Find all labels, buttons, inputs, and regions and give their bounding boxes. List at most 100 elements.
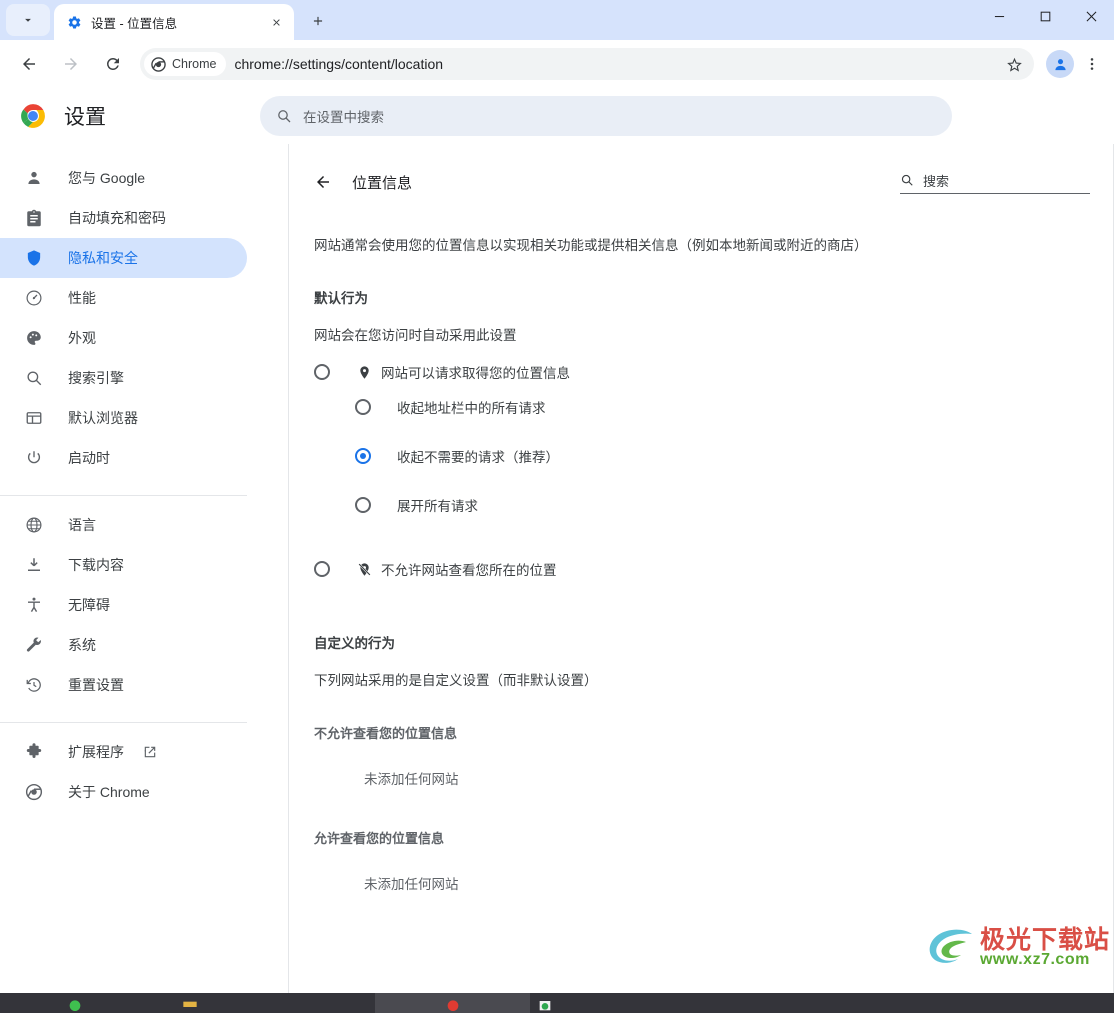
- sidebar-group-footer: 扩展程序 关于 Chrome: [0, 732, 288, 821]
- radio-option-label: 不允许网站查看您所在的位置: [381, 563, 557, 579]
- sidebar-divider: [0, 722, 247, 723]
- bookmark-star-icon[interactable]: [1000, 50, 1028, 78]
- taskbar-item-3: [230, 993, 375, 1013]
- sidebar-group-secondary: 语言 下载内容 无障碍 系统 重置设置: [0, 505, 288, 714]
- window-controls: [976, 0, 1114, 40]
- sidebar-item-autofill[interactable]: 自动填充和密码: [0, 198, 247, 238]
- power-icon: [24, 448, 44, 468]
- os-taskbar: [0, 993, 1114, 1013]
- content-subheader: 位置信息 搜索: [305, 160, 1090, 204]
- folder-icon: [183, 1001, 197, 1007]
- forward-button[interactable]: [55, 48, 87, 80]
- tab-close-icon[interactable]: [266, 12, 286, 32]
- settings-page: 设置 在设置中搜索 您与 Google 自动填充和密码 隐私和安全 性能 外观 …: [0, 88, 1114, 993]
- sidebar-item-label: 语言: [68, 517, 96, 533]
- sidebar-item-accessibility[interactable]: 无障碍: [0, 585, 247, 625]
- settings-search-input[interactable]: 在设置中搜索: [260, 96, 952, 136]
- sidebar-item-privacy-and-security[interactable]: 隐私和安全: [0, 238, 247, 278]
- sub-radio-collapse-all[interactable]: 收起地址栏中的所有请求: [355, 382, 1090, 431]
- sub-radio-label: 收起不需要的请求（推荐）: [397, 449, 559, 465]
- window-maximize-button[interactable]: [1022, 0, 1068, 32]
- allowed-list-title: 允许查看您的位置信息: [314, 831, 445, 847]
- sidebar-item-you-and-google[interactable]: 您与 Google: [0, 158, 247, 198]
- sub-radio-collapse-unneeded[interactable]: 收起不需要的请求（推荐）: [355, 431, 1090, 480]
- radio-indicator[interactable]: [355, 398, 371, 415]
- tab-title: 设置 - 位置信息: [91, 16, 178, 31]
- external-link-icon: [142, 744, 158, 760]
- browser-icon: [24, 408, 44, 428]
- search-icon: [278, 110, 291, 123]
- sidebar-item-label: 默认浏览器: [68, 410, 138, 426]
- content-back-button[interactable]: [305, 164, 341, 200]
- arrow-back-icon: [23, 58, 35, 70]
- settings-brand: 设置: [0, 101, 260, 131]
- red-app-icon: [447, 1000, 458, 1011]
- sidebar-item-label: 重置设置: [68, 677, 124, 693]
- sidebar-item-label: 无障碍: [68, 597, 110, 613]
- sidebar-item-extensions[interactable]: 扩展程序: [0, 732, 247, 772]
- blocked-list-empty: 未添加任何网站: [364, 772, 459, 788]
- chrome-chip-label: Chrome: [172, 57, 217, 71]
- address-bar-url: chrome://settings/content/location: [234, 56, 444, 72]
- radio-indicator[interactable]: [314, 364, 330, 381]
- profile-avatar[interactable]: [1046, 50, 1074, 78]
- content-search-input[interactable]: 搜索: [900, 171, 1090, 194]
- location-off-icon: [355, 560, 373, 578]
- sidebar-item-label: 扩展程序: [68, 744, 124, 760]
- sidebar-item-on-startup[interactable]: 启动时: [0, 438, 247, 478]
- radio-indicator[interactable]: [355, 496, 371, 513]
- sub-radio-group: 收起地址栏中的所有请求 收起不需要的请求（推荐） 展开所有请求: [355, 382, 1090, 529]
- radio-indicator[interactable]: [314, 561, 330, 578]
- chrome-logo-icon: [24, 782, 44, 802]
- sidebar-item-label: 您与 Google: [68, 170, 146, 186]
- sub-radio-label: 收起地址栏中的所有请求: [397, 400, 546, 416]
- settings-header: 设置 在设置中搜索: [0, 88, 1114, 144]
- sidebar-item-label: 性能: [68, 290, 96, 306]
- tab-strip: 设置 - 位置信息: [0, 0, 1114, 40]
- sidebar-item-system[interactable]: 系统: [0, 625, 247, 665]
- sub-radio-expand-all[interactable]: 展开所有请求: [355, 480, 1090, 529]
- tab-search-button[interactable]: [6, 4, 50, 36]
- taskbar-item-4[interactable]: [375, 993, 530, 1013]
- settings-sidebar: 您与 Google 自动填充和密码 隐私和安全 性能 外观 搜索引擎 默认浏览器…: [0, 144, 289, 993]
- white-app-icon: [539, 1001, 551, 1011]
- sidebar-group-main: 您与 Google 自动填充和密码 隐私和安全 性能 外观 搜索引擎 默认浏览器…: [0, 158, 288, 487]
- back-button[interactable]: [13, 48, 45, 80]
- chrome-logo-icon: [20, 103, 46, 129]
- chrome-origin-chip[interactable]: Chrome: [144, 52, 227, 76]
- shield-icon: [24, 248, 44, 268]
- address-bar[interactable]: Chrome chrome://settings/content/locatio…: [140, 48, 1034, 80]
- sidebar-divider: [0, 495, 247, 496]
- sidebar-item-search-engine[interactable]: 搜索引擎: [0, 358, 247, 398]
- sidebar-item-performance[interactable]: 性能: [0, 278, 247, 318]
- globe-icon: [24, 515, 44, 535]
- browser-menu-button[interactable]: [1078, 48, 1106, 80]
- sidebar-item-default-browser[interactable]: 默认浏览器: [0, 398, 247, 438]
- wrench-icon: [24, 635, 44, 655]
- taskbar-item-5[interactable]: [530, 993, 560, 1013]
- new-tab-button[interactable]: [303, 6, 333, 36]
- sidebar-item-languages[interactable]: 语言: [0, 505, 247, 545]
- sidebar-item-label: 启动时: [68, 450, 110, 466]
- settings-content: 位置信息 搜索 网站通常会使用您的位置信息以实现相关功能或提供相关信息（例如本地…: [289, 144, 1114, 993]
- browser-tab[interactable]: 设置 - 位置信息: [54, 4, 294, 40]
- taskbar-item-2[interactable]: [150, 993, 230, 1013]
- radio-option-block-location[interactable]: 不允许网站查看您所在的位置: [314, 559, 1090, 579]
- reload-button[interactable]: [97, 48, 129, 80]
- sidebar-item-reset-settings[interactable]: 重置设置: [0, 665, 247, 705]
- window-minimize-button[interactable]: [976, 0, 1022, 32]
- radio-indicator[interactable]: [355, 447, 371, 464]
- radio-option-allow-location[interactable]: 网站可以请求取得您的位置信息: [314, 362, 1090, 382]
- person-icon: [24, 168, 44, 188]
- history-reset-icon: [24, 675, 44, 695]
- sidebar-item-downloads[interactable]: 下载内容: [0, 545, 247, 585]
- sidebar-item-appearance[interactable]: 外观: [0, 318, 247, 358]
- page-title: 位置信息: [352, 174, 413, 192]
- allowed-list-empty: 未添加任何网站: [364, 877, 459, 893]
- taskbar-item-1[interactable]: [0, 993, 150, 1013]
- custom-behavior-subtitle: 下列网站采用的是自定义设置（而非默认设置）: [314, 673, 598, 689]
- reload-icon: [106, 57, 119, 70]
- sidebar-item-about-chrome[interactable]: 关于 Chrome: [0, 772, 247, 812]
- window-close-button[interactable]: [1068, 0, 1114, 32]
- settings-gear-icon: [66, 14, 82, 30]
